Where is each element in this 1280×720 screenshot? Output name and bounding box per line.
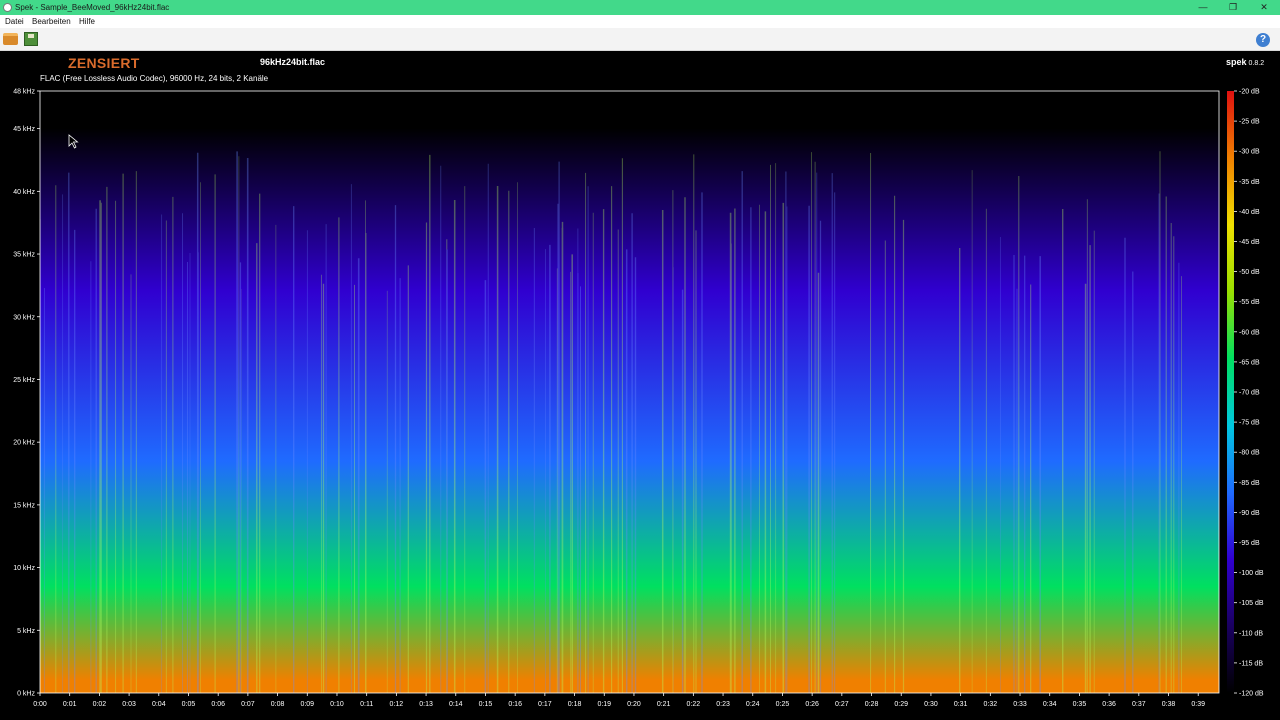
colorbar-tick-label: -85 dB	[1239, 480, 1260, 487]
colorbar-tick-label: -115 dB	[1239, 660, 1263, 667]
y-tick-label: 45 kHz	[13, 126, 35, 133]
x-tick-label: 0:06	[211, 701, 225, 708]
y-tick-label: 15 kHz	[13, 502, 35, 509]
censor-watermark: ZENSIERT	[68, 55, 140, 71]
x-tick-label: 0:11	[360, 701, 373, 708]
toolbar: ?	[0, 28, 1280, 51]
title-bar: Spek - Sample_BeeMoved_96kHz24bit.flac —…	[0, 0, 1280, 15]
x-tick-label: 0:04	[152, 701, 166, 708]
x-tick-label: 0:31	[954, 701, 968, 708]
x-tick-label: 0:01	[63, 701, 77, 708]
x-tick-label: 0:24	[746, 701, 760, 708]
save-image-icon[interactable]	[24, 32, 38, 46]
y-tick-label: 30 kHz	[13, 314, 35, 321]
x-tick-label: 0:13	[419, 701, 433, 708]
app-version: 0.8.2	[1248, 60, 1265, 67]
x-tick-label: 0:32	[984, 701, 998, 708]
colorbar-tick-label: -50 dB	[1239, 269, 1260, 276]
x-tick-label: 0:35	[1073, 701, 1087, 708]
colorbar-tick-label: -40 dB	[1239, 209, 1260, 216]
colorbar-tick-label: -65 dB	[1239, 359, 1260, 366]
menu-hilfe[interactable]: Hilfe	[79, 15, 95, 28]
x-tick-label: 0:10	[330, 701, 344, 708]
close-button[interactable]: ✕	[1249, 0, 1279, 15]
y-tick-label: 0 kHz	[17, 691, 35, 698]
x-tick-label: 0:25	[776, 701, 790, 708]
x-tick-label: 0:17	[538, 701, 552, 708]
file-name: 96kHz24bit.flac	[260, 57, 326, 67]
x-tick-label: 0:02	[93, 701, 107, 708]
file-info: FLAC (Free Lossless Audio Codec), 96000 …	[40, 74, 269, 83]
x-tick-label: 0:15	[479, 701, 493, 708]
x-tick-label: 0:36	[1102, 701, 1116, 708]
colorbar-tick-label: -110 dB	[1239, 630, 1263, 637]
y-tick-label: 48 kHz	[13, 89, 35, 96]
colorbar-tick-label: -90 dB	[1239, 510, 1260, 517]
y-tick-label: 35 kHz	[13, 252, 35, 259]
x-tick-label: 0:12	[390, 701, 404, 708]
menu-bearbeiten[interactable]: Bearbeiten	[32, 15, 71, 28]
colorbar-tick-label: -80 dB	[1239, 450, 1260, 457]
app-name: spek	[1226, 57, 1247, 67]
colorbar-tick-label: -120 dB	[1239, 691, 1264, 698]
x-tick-label: 0:38	[1162, 701, 1176, 708]
minimize-button[interactable]: —	[1188, 0, 1218, 15]
y-tick-label: 10 kHz	[13, 565, 35, 572]
spek-logo: spek 0.8.2	[1226, 57, 1264, 67]
x-tick-label: 0:30	[924, 701, 938, 708]
x-tick-label: 0:22	[687, 701, 701, 708]
colorbar-tick-label: -95 dB	[1239, 540, 1260, 547]
colorbar-tick-label: -20 dB	[1239, 89, 1260, 96]
x-tick-label: 0:00	[33, 701, 47, 708]
spek-app-icon	[3, 3, 12, 12]
window-title: Spek - Sample_BeeMoved_96kHz24bit.flac	[15, 3, 170, 12]
x-tick-label: 0:03	[122, 701, 136, 708]
colorbar-tick-label: -55 dB	[1239, 299, 1260, 306]
x-tick-label: 0:14	[449, 701, 463, 708]
spectrogram-image	[40, 91, 1219, 693]
x-tick-label: 0:05	[182, 701, 196, 708]
y-tick-label: 5 kHz	[17, 628, 35, 635]
y-tick-label: 40 kHz	[13, 189, 35, 196]
folder-open-icon[interactable]	[3, 33, 18, 45]
x-tick-label: 0:19	[597, 701, 611, 708]
colorbar-tick-label: -100 dB	[1239, 570, 1264, 577]
x-tick-label: 0:29	[894, 701, 908, 708]
colorbar-tick-label: -70 dB	[1239, 390, 1260, 397]
maximize-button[interactable]: ❐	[1218, 0, 1248, 15]
y-tick-label: 20 kHz	[13, 440, 35, 447]
colorbar-tick-label: -45 dB	[1239, 239, 1260, 246]
menu-datei[interactable]: Datei	[5, 15, 24, 28]
spectrogram-view: 0 kHz 5 kHz 10 kHz 15 kHz 20 kHz 25 kHz 30 kHz…	[0, 51, 1280, 720]
colorbar-tick-label: -25 dB	[1239, 119, 1260, 126]
colorbar-tick-label: -35 dB	[1239, 179, 1260, 186]
x-tick-label: 0:20	[627, 701, 641, 708]
x-tick-label: 0:23	[716, 701, 730, 708]
x-tick-label: 0:27	[835, 701, 849, 708]
x-tick-label: 0:26	[805, 701, 819, 708]
x-tick-label: 0:34	[1043, 701, 1057, 708]
x-tick-label: 0:09	[300, 701, 314, 708]
x-tick-label: 0:18	[568, 701, 582, 708]
x-tick-label: 0:37	[1132, 701, 1146, 708]
colorbar	[1227, 91, 1234, 693]
x-tick-label: 0:21	[657, 701, 671, 708]
x-tick-label: 0:08	[271, 701, 285, 708]
colorbar-tick-label: -60 dB	[1239, 329, 1260, 336]
x-tick-label: 0:07	[241, 701, 255, 708]
colorbar-tick-label: -75 dB	[1239, 420, 1260, 427]
colorbar-tick-label: -30 dB	[1239, 149, 1260, 156]
x-tick-label: 0:16	[508, 701, 522, 708]
help-icon[interactable]: ?	[1256, 33, 1270, 47]
x-tick-label: 0:33	[1013, 701, 1027, 708]
x-tick-label: 0:28	[865, 701, 879, 708]
colorbar-tick-label: -105 dB	[1239, 600, 1264, 607]
spectrogram-chart: 0 kHz 5 kHz 10 kHz 15 kHz 20 kHz 25 kHz 30 kHz…	[13, 89, 1264, 709]
x-tick-label: 0:39	[1191, 701, 1205, 708]
menu-bar: Datei Bearbeiten Hilfe	[0, 15, 1280, 28]
y-tick-label: 25 kHz	[13, 377, 35, 384]
